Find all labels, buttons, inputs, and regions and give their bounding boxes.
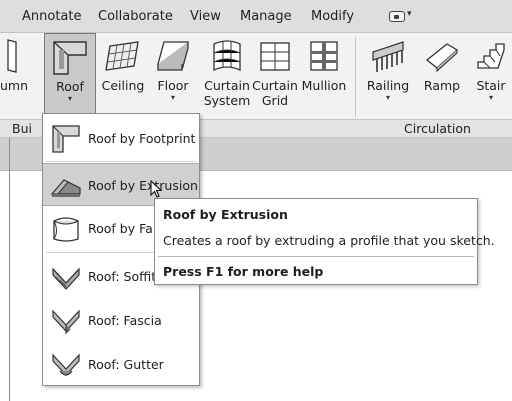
stair-button[interactable]: Stair ▾ bbox=[470, 33, 512, 117]
floor-caret-icon: ▾ bbox=[170, 93, 175, 102]
curtain-system-icon bbox=[213, 40, 241, 72]
curtain-grid-button[interactable]: Curtain Grid bbox=[252, 33, 298, 117]
quick-access-caret-icon[interactable]: ▾ bbox=[407, 9, 412, 19]
menu-separator bbox=[46, 161, 196, 162]
roof-button[interactable]: Roof ▾ bbox=[44, 33, 96, 118]
menu-item-roof-by-footprint[interactable]: Roof by Footprint bbox=[43, 117, 199, 160]
railing-button[interactable]: Railing ▾ bbox=[364, 33, 412, 117]
ceiling-label: Ceiling bbox=[101, 78, 145, 93]
tooltip-title: Roof by Extrusion bbox=[163, 207, 288, 222]
menu-item-label: Roof: Gutter bbox=[88, 357, 164, 372]
mullion-label: Mullion bbox=[301, 78, 347, 93]
ribbon: umn Roof ▾ Ceiling Floor ▾ Curtain Syste… bbox=[0, 33, 512, 119]
mouse-cursor-icon bbox=[150, 180, 163, 198]
floor-label: Floor bbox=[157, 78, 189, 93]
ceiling-button[interactable]: Ceiling bbox=[98, 33, 148, 117]
menu-item-label: Roof: Fascia bbox=[88, 313, 162, 328]
menu-item-roof-fascia[interactable]: Roof: Fascia bbox=[43, 299, 199, 342]
curtain-system-label: Curtain System bbox=[202, 78, 252, 108]
floor-button[interactable]: Floor ▾ bbox=[150, 33, 196, 117]
railing-label: Railing bbox=[366, 78, 410, 93]
menu-item-label: Roof by Footprint bbox=[88, 131, 196, 146]
column-icon bbox=[7, 39, 17, 73]
curtain-grid-label-line2: Grid bbox=[261, 93, 289, 108]
curtain-system-label-line2: System bbox=[203, 93, 251, 108]
roof-soffit-icon bbox=[52, 267, 80, 290]
tab-collaborate[interactable]: Collaborate bbox=[98, 9, 173, 24]
curtain-system-button[interactable]: Curtain System bbox=[202, 33, 252, 117]
ramp-label: Ramp bbox=[423, 78, 461, 93]
tooltip-divider bbox=[158, 256, 474, 257]
column-button[interactable]: umn bbox=[0, 33, 36, 117]
tab-annotate[interactable]: Annotate bbox=[22, 9, 81, 24]
stair-icon bbox=[477, 43, 505, 69]
menu-item-label: Roof by Extrusion bbox=[88, 178, 198, 193]
mullion-button[interactable]: Mullion bbox=[298, 33, 350, 117]
floor-icon bbox=[157, 41, 189, 71]
roof-fascia-icon bbox=[52, 309, 80, 335]
stair-label: Stair bbox=[476, 78, 506, 93]
railing-caret-icon: ▾ bbox=[385, 93, 390, 102]
railing-icon bbox=[372, 41, 404, 72]
view-border bbox=[9, 138, 10, 401]
tooltip-help: Press F1 for more help bbox=[163, 264, 324, 279]
roof-footprint-icon bbox=[52, 125, 80, 153]
roof-caret-icon: ▾ bbox=[67, 94, 72, 103]
ribbon-separator bbox=[355, 37, 356, 117]
tab-manage[interactable]: Manage bbox=[240, 9, 292, 24]
curtain-grid-label: Curtain Grid bbox=[252, 78, 298, 108]
column-label: umn bbox=[0, 78, 29, 93]
menu-item-label: Roof by Fa bbox=[88, 221, 153, 236]
curtain-system-label-line1: Curtain bbox=[204, 78, 250, 93]
window-icon[interactable] bbox=[389, 11, 405, 22]
ramp-button[interactable]: Ramp bbox=[420, 33, 464, 117]
mullion-icon bbox=[310, 41, 338, 71]
tooltip: Roof by Extrusion Creates a roof by extr… bbox=[154, 198, 495, 285]
stair-caret-icon: ▾ bbox=[488, 93, 493, 102]
tooltip-description: Creates a roof by extruding a profile th… bbox=[163, 233, 495, 248]
panel-label-circulation[interactable]: Circulation bbox=[404, 121, 471, 136]
roof-label: Roof bbox=[56, 79, 84, 94]
roof-extrusion-icon bbox=[50, 179, 81, 197]
tab-modify[interactable]: Modify bbox=[311, 9, 354, 24]
menu-bar: Annotate Collaborate View Manage Modify … bbox=[0, 0, 512, 33]
ramp-icon bbox=[425, 43, 459, 73]
panel-label-build[interactable]: Bui bbox=[12, 121, 32, 136]
curtain-grid-icon bbox=[260, 42, 290, 71]
roof-face-icon bbox=[53, 217, 79, 242]
tab-view[interactable]: View bbox=[190, 9, 221, 24]
ceiling-icon bbox=[105, 41, 139, 71]
menu-item-label: Roof: Soffit bbox=[88, 269, 157, 284]
roof-icon bbox=[53, 41, 87, 75]
curtain-grid-label-line1: Curtain bbox=[252, 78, 298, 93]
roof-gutter-icon bbox=[52, 353, 80, 376]
menu-item-roof-gutter[interactable]: Roof: Gutter bbox=[43, 343, 199, 386]
